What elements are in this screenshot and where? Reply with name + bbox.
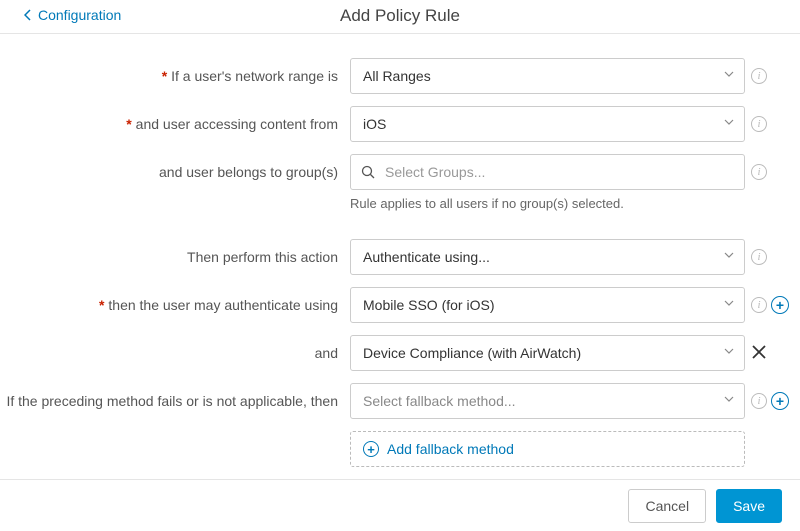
label-and: and xyxy=(0,345,350,361)
select-action[interactable]: Authenticate using... xyxy=(350,239,745,275)
search-icon xyxy=(361,165,375,179)
info-icon[interactable]: i xyxy=(751,297,767,313)
select-fallback[interactable]: Select fallback method... xyxy=(350,383,745,419)
info-icon[interactable]: i xyxy=(751,393,767,409)
label-groups: and user belongs to group(s) xyxy=(0,164,350,180)
select-auth-and[interactable]: Device Compliance (with AirWatch) xyxy=(350,335,745,371)
add-fallback-button[interactable]: + Add fallback method xyxy=(350,431,745,467)
add-auth-method-button[interactable]: + xyxy=(771,296,789,314)
remove-auth-button[interactable] xyxy=(751,344,769,362)
select-network-range[interactable]: All Ranges xyxy=(350,58,745,94)
info-icon[interactable]: i xyxy=(751,164,767,180)
label-action: Then perform this action xyxy=(0,249,350,265)
label-network-range: *If a user's network range is xyxy=(0,68,350,84)
select-auth-primary[interactable]: Mobile SSO (for iOS) xyxy=(350,287,745,323)
info-icon[interactable]: i xyxy=(751,68,767,84)
label-auth-primary: *then the user may authenticate using xyxy=(0,297,350,313)
cancel-button[interactable]: Cancel xyxy=(628,489,706,523)
group-search-field[interactable] xyxy=(383,163,734,181)
plus-icon: + xyxy=(363,441,379,457)
add-fallback-and-button[interactable]: + xyxy=(771,392,789,410)
label-accessing-from: *and user accessing content from xyxy=(0,116,350,132)
save-button[interactable]: Save xyxy=(716,489,782,523)
info-icon[interactable]: i xyxy=(751,116,767,132)
group-select-input[interactable] xyxy=(350,154,745,190)
select-accessing-from[interactable]: iOS xyxy=(350,106,745,142)
label-fallback: If the preceding method fails or is not … xyxy=(0,393,350,409)
info-icon[interactable]: i xyxy=(751,249,767,265)
page-title: Add Policy Rule xyxy=(0,6,800,26)
groups-hint: Rule applies to all users if no group(s)… xyxy=(350,194,745,221)
